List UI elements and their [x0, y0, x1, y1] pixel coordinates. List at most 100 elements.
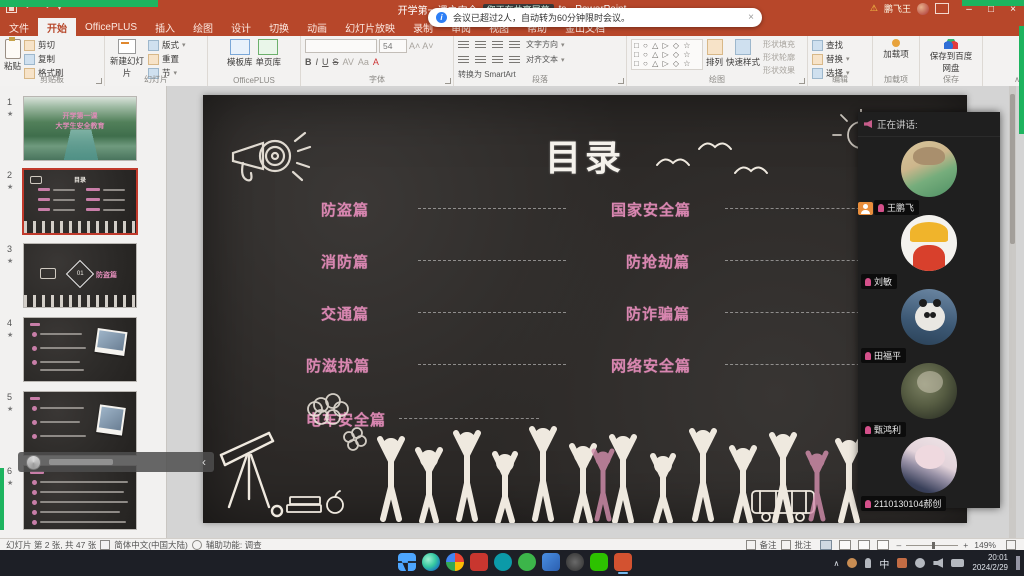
- account-avatar[interactable]: [917, 3, 929, 15]
- slide-canvas[interactable]: 目录 防盗篇 消防篇: [203, 95, 967, 523]
- powerpoint-app-icon[interactable]: [614, 553, 632, 571]
- tab-slideshow[interactable]: 幻灯片放映: [336, 18, 404, 36]
- tray-eye-icon[interactable]: [915, 558, 925, 568]
- ime-indicator[interactable]: 中: [879, 556, 889, 571]
- battery-icon[interactable]: [951, 559, 964, 567]
- tab-draw[interactable]: 绘图: [184, 18, 222, 36]
- slideshow-view-icon[interactable]: [877, 540, 889, 550]
- slide-thumbnail-6[interactable]: [24, 466, 136, 529]
- bullets-icon[interactable]: [458, 41, 469, 49]
- zoom-out-button[interactable]: –: [897, 540, 902, 550]
- tray-mic-icon[interactable]: [865, 558, 871, 568]
- bold-button[interactable]: B: [305, 57, 312, 67]
- font-dialog-launcher[interactable]: [445, 78, 451, 84]
- fit-slide-icon[interactable]: [1006, 540, 1016, 550]
- toast-close-icon[interactable]: ×: [748, 12, 754, 23]
- clipboard-dialog-launcher[interactable]: [96, 78, 102, 84]
- justify-icon[interactable]: [509, 56, 520, 64]
- arrange-button[interactable]: 排列: [706, 39, 723, 68]
- reading-view-icon[interactable]: [858, 540, 870, 550]
- shrink-font-icon[interactable]: A˅: [422, 41, 433, 51]
- numbering-icon[interactable]: [475, 41, 486, 49]
- tab-home[interactable]: 开始: [38, 18, 76, 36]
- font-color-icon[interactable]: A: [373, 57, 379, 67]
- font-size-box[interactable]: 54: [379, 39, 407, 53]
- change-case-icon[interactable]: Aa: [358, 57, 369, 67]
- warning-icon[interactable]: ⚠: [870, 3, 878, 14]
- new-slide-button[interactable]: 新建幻灯片: [109, 39, 145, 79]
- tray-app-icon[interactable]: [897, 558, 907, 568]
- tab-file[interactable]: 文件: [0, 18, 38, 36]
- copy-button[interactable]: 复制: [24, 53, 64, 65]
- replace-button[interactable]: 替换▾: [812, 53, 850, 65]
- slide-thumbnail-5[interactable]: [24, 392, 136, 455]
- underline-button[interactable]: U: [322, 57, 329, 67]
- paste-button[interactable]: 粘贴: [4, 39, 21, 72]
- vertical-scrollbar-thumb[interactable]: [1010, 94, 1015, 244]
- cut-button[interactable]: 剪切: [24, 39, 64, 51]
- slide-thumbnail-4[interactable]: [24, 318, 136, 381]
- page-library-button[interactable]: 单页库: [256, 39, 282, 68]
- font-name-box[interactable]: [305, 39, 377, 53]
- wechat-icon[interactable]: [590, 553, 608, 571]
- grow-font-icon[interactable]: A˄: [409, 41, 420, 51]
- participant-tile[interactable]: 王鹏飞: [858, 137, 1000, 211]
- tray-person-icon[interactable]: [847, 558, 857, 568]
- zoom-slider[interactable]: [906, 545, 958, 546]
- char-spacing-icon[interactable]: AV: [343, 57, 354, 67]
- zoom-slider-thumb[interactable]: [932, 542, 935, 549]
- align-center-icon[interactable]: [475, 56, 486, 64]
- windows-start-icon[interactable]: [398, 553, 416, 571]
- volume-icon[interactable]: [933, 558, 943, 568]
- tab-transitions[interactable]: 切换: [260, 18, 298, 36]
- green-app-icon[interactable]: [518, 553, 536, 571]
- find-button[interactable]: 查找: [812, 39, 850, 51]
- tray-expand-icon[interactable]: ∧: [834, 559, 840, 568]
- participant-tile[interactable]: 甄鸿利: [858, 359, 1000, 433]
- text-direction-button[interactable]: 文字方向▾: [526, 39, 565, 50]
- zoom-in-button[interactable]: +: [963, 540, 968, 550]
- tab-design[interactable]: 设计: [222, 18, 260, 36]
- participant-tile[interactable]: 田福平: [858, 285, 1000, 359]
- vertical-scrollbar[interactable]: [1009, 86, 1016, 538]
- reset-button[interactable]: 重置: [148, 53, 186, 65]
- participant-tile[interactable]: 刘敏: [858, 211, 1000, 285]
- collapse-pill-icon[interactable]: ‹: [202, 456, 206, 468]
- align-left-icon[interactable]: [458, 56, 469, 64]
- shape-fill-button[interactable]: 形状填充: [763, 39, 795, 50]
- paragraph-dialog-launcher[interactable]: [618, 78, 624, 84]
- slide-thumbnail-1[interactable]: 开学第一课 大学生安全教育: [24, 97, 136, 160]
- netease-app-icon[interactable]: [470, 553, 488, 571]
- ribbon-display-options-icon[interactable]: [935, 3, 949, 14]
- notification-center-icon[interactable]: [1016, 556, 1020, 570]
- indent-increase-icon[interactable]: [509, 41, 520, 49]
- save-to-baidu-button[interactable]: 保存到百度网盘: [927, 39, 975, 74]
- camera-app-icon[interactable]: [566, 553, 584, 571]
- drawing-dialog-launcher[interactable]: [799, 78, 805, 84]
- indent-decrease-icon[interactable]: [492, 41, 503, 49]
- slide-thumbnail-2-selected[interactable]: 目录: [24, 170, 136, 233]
- clock[interactable]: 20:01 2024/2/29: [972, 553, 1008, 573]
- account-name[interactable]: 鹏飞王: [884, 2, 911, 15]
- shapes-gallery[interactable]: □ ○ △ ▷ ◇ ☆ □ ○ △ ▷ ◇ ☆ □ ○ △ ▷ ◇ ☆: [631, 39, 703, 70]
- meeting-share-pill[interactable]: ‹: [18, 452, 214, 472]
- align-right-icon[interactable]: [492, 56, 503, 64]
- template-library-button[interactable]: 模板库: [227, 39, 253, 68]
- quick-styles-button[interactable]: 快速样式: [726, 39, 760, 68]
- zoom-level[interactable]: 149%: [974, 540, 996, 550]
- addins-button[interactable]: 加载项: [881, 39, 911, 60]
- edge-browser-icon[interactable]: [422, 553, 440, 571]
- slide-sorter-view-icon[interactable]: [839, 540, 851, 550]
- blue-app-icon[interactable]: [542, 553, 560, 571]
- shape-outline-button[interactable]: 形状轮廓: [763, 52, 795, 63]
- align-text-button[interactable]: 对齐文本▾: [526, 54, 565, 65]
- browser-icon[interactable]: [446, 553, 464, 571]
- tab-animations[interactable]: 动画: [298, 18, 336, 36]
- strikethrough-button[interactable]: S: [333, 57, 339, 67]
- slide-thumbnail-3[interactable]: 01 防盗篇: [24, 244, 136, 307]
- normal-view-icon[interactable]: [820, 540, 832, 550]
- tab-insert[interactable]: 插入: [146, 18, 184, 36]
- italic-button[interactable]: I: [316, 57, 319, 67]
- spellcheck-icon[interactable]: [100, 540, 110, 550]
- layout-button[interactable]: 版式▾: [148, 39, 186, 51]
